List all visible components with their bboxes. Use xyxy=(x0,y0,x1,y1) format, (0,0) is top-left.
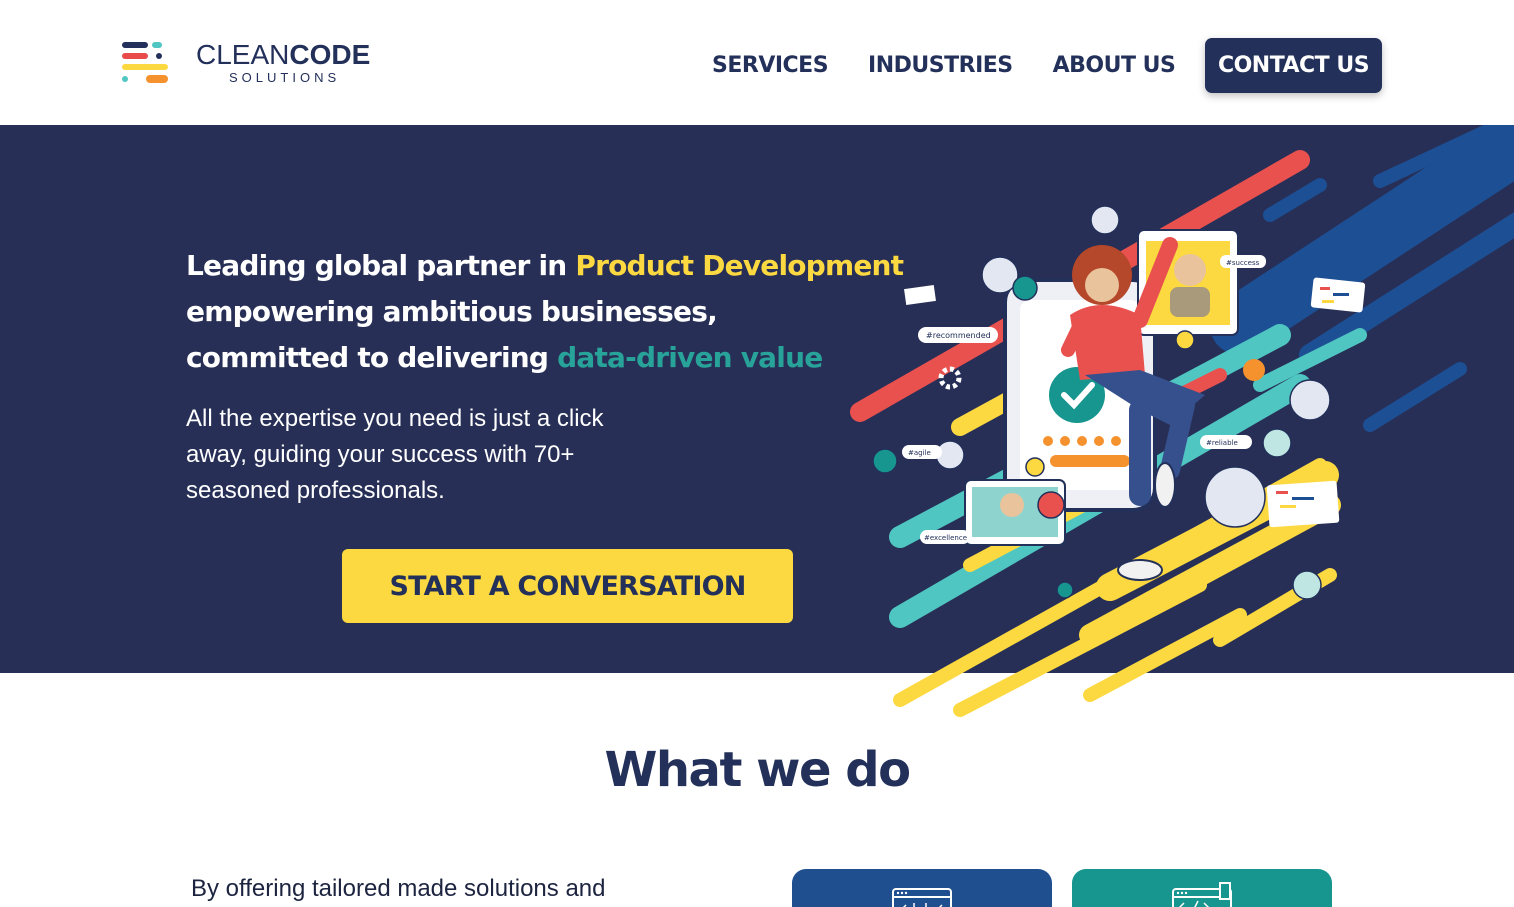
what-we-do-heading: What we do xyxy=(604,742,911,798)
nav-about-us[interactable]: ABOUT US xyxy=(1053,53,1176,78)
logo-word-clean: CLEAN xyxy=(196,39,290,70)
logo[interactable]: CLEANCODE SOLUTIONS xyxy=(120,40,380,88)
logo-mark-icon xyxy=(122,42,168,83)
service-card-blue[interactable] xyxy=(792,869,1052,907)
logo-word-code: CODE xyxy=(289,39,371,70)
hero-subtitle: All the expertise you need is just a cli… xyxy=(186,405,604,504)
tag-reliable: #reliable xyxy=(1206,439,1238,447)
nav-services[interactable]: SERVICES xyxy=(712,53,829,78)
tag-excellence: #excellence xyxy=(924,534,967,542)
what-we-do-intro: By offering tailored made solutions and xyxy=(191,875,606,902)
contact-us-button[interactable]: CONTACT US xyxy=(1205,38,1382,93)
hero-title: Leading global partner in Product Develo… xyxy=(186,243,946,381)
main-nav: SERVICES INDUSTRIES ABOUT US xyxy=(700,38,1187,93)
nav-industries[interactable]: INDUSTRIES xyxy=(868,53,1013,78)
code-window-icon xyxy=(1172,882,1232,907)
tag-agile: #agile xyxy=(908,449,931,457)
tag-success: #success xyxy=(1226,259,1260,267)
hero-title-part2: empowering ambitious businesses, xyxy=(186,295,718,328)
service-card-teal[interactable] xyxy=(1072,869,1332,907)
logo-text: CLEANCODE SOLUTIONS xyxy=(196,40,370,86)
start-conversation-button[interactable]: START A CONVERSATION xyxy=(342,549,793,623)
hero-title-part3: committed to delivering xyxy=(186,341,558,374)
logo-tagline: SOLUTIONS xyxy=(229,70,341,85)
section-title-wrapper: What we do xyxy=(0,740,1514,800)
logo-wordmark: CLEANCODE xyxy=(196,40,370,70)
tag-recommended: #recommended xyxy=(926,331,991,340)
browser-window-icon xyxy=(892,888,952,907)
hero-title-highlight-data-driven: data-driven value xyxy=(557,341,823,374)
site-header: CLEANCODE SOLUTIONS SERVICES INDUSTRIES … xyxy=(0,0,1514,125)
hero-illustration: #recommended #success #agile #reliable #… xyxy=(850,125,1514,717)
hero-title-part1: Leading global partner in xyxy=(186,249,576,282)
